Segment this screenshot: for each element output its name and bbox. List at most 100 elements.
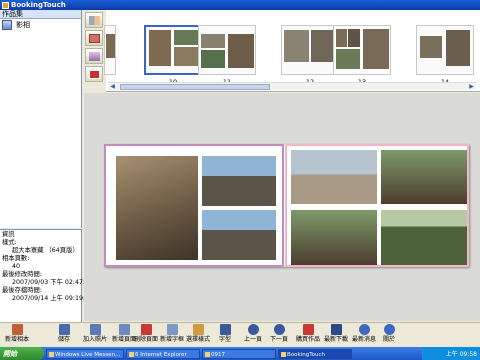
scroll-right-icon[interactable]: ▶ [468, 84, 475, 90]
save-icon [58, 324, 70, 335]
scroll-left-icon[interactable]: ◀ [109, 84, 116, 90]
info-panel: 資訊 樣式: 超大本寮藏 （64頁版） 相本頁數: 40 最後修改時間: 200… [0, 229, 94, 322]
frame-icon [89, 34, 100, 43]
info-value: 超大本寮藏 （64頁版） [12, 247, 79, 254]
news-button[interactable]: 最新消息 [350, 324, 378, 347]
gift-icon [89, 70, 100, 79]
style-button[interactable]: 選擇樣式 [184, 324, 212, 347]
photo-slot[interactable] [291, 210, 377, 265]
clock: 上午 09:58 [445, 351, 477, 358]
new-album-label: 新增相本 [4, 336, 29, 343]
page-thumbnail[interactable] [104, 25, 116, 75]
works-panel: 作品集 影相 [0, 10, 82, 228]
frame-tool-button[interactable] [85, 30, 103, 46]
download-button[interactable]: 最新下載 [322, 324, 350, 347]
thumbnail-scrollbar[interactable]: ◀ ▶ [108, 82, 476, 90]
thumbnail-strip: 10 11 12 13 [104, 10, 480, 92]
font-button[interactable]: 字型 [212, 324, 238, 347]
font-icon [219, 324, 231, 335]
new-album-button[interactable]: 新增相本 [0, 324, 34, 347]
page-thumbnail[interactable] [198, 25, 256, 75]
info-label: 最後存檔時間: [2, 287, 42, 294]
taskbar-item[interactable]: Windows Live Messen... [46, 348, 124, 359]
taskbar-item[interactable]: 6 Internet Explorer [126, 348, 200, 359]
add-textbox-icon [166, 324, 178, 335]
layout-icon [89, 16, 100, 25]
right-page[interactable] [285, 144, 469, 267]
work-item-label: 影相 [16, 21, 30, 29]
left-page[interactable] [104, 144, 284, 267]
download-icon [330, 324, 342, 335]
start-label: 開始 [3, 349, 17, 358]
prev-page-icon [247, 324, 259, 335]
about-label: 關於 [382, 336, 395, 343]
buy-button[interactable]: 購買作品 [294, 324, 322, 347]
save-button[interactable]: 儲存 [48, 324, 80, 347]
news-icon [358, 324, 370, 335]
info-value: 2007/09/03 下午 02:47:48 [12, 279, 94, 286]
add-page-icon [118, 324, 130, 335]
work-item[interactable]: 影相 [0, 19, 81, 31]
taskbar-item-active[interactable]: BookingTouch [278, 348, 352, 359]
delete-page-button[interactable]: 刪除頁面 [132, 324, 160, 347]
album-icon [2, 20, 12, 30]
about-button[interactable]: 關於 [378, 324, 400, 347]
taskbar-item-label: 0917 [211, 351, 225, 358]
info-label: 相本頁數: [2, 255, 30, 262]
side-tools [83, 10, 105, 90]
app-icon [2, 1, 9, 9]
system-tray: 上午 09:58 [422, 347, 480, 360]
main-toolbar: 新增相本 儲存 加入照片 新增頁面 刪除頁面 新增字框 選擇樣式 字型 上一頁 … [0, 322, 480, 347]
page-spread [104, 144, 469, 267]
style-label: 選擇樣式 [185, 336, 210, 343]
taskbar-item-label: BookingTouch [287, 351, 325, 358]
add-photo-button[interactable]: 加入照片 [80, 324, 110, 347]
delete-page-icon [140, 324, 152, 335]
taskbar-item[interactable]: 0917 [202, 348, 276, 359]
photo-slot[interactable] [291, 150, 377, 204]
background-icon [89, 52, 100, 61]
add-textbox-label: 新增字框 [159, 336, 184, 343]
info-label: 最後修改時間: [2, 271, 42, 278]
next-page-label: 下一頁 [269, 336, 288, 343]
spread-canvas [84, 93, 480, 321]
photo-slot[interactable] [381, 150, 467, 204]
delete-page-label: 刪除頁面 [133, 336, 158, 343]
new-album-icon [11, 324, 23, 335]
next-page-icon [273, 324, 285, 335]
prev-page-label: 上一頁 [243, 336, 262, 343]
about-icon [383, 324, 395, 335]
info-value: 40 [12, 263, 21, 270]
works-panel-header: 作品集 [0, 10, 81, 19]
add-textbox-button[interactable]: 新增字框 [158, 324, 186, 347]
scrollbar-thumb[interactable] [120, 84, 270, 90]
taskbar-item-label: Windows Live Messen... [55, 351, 121, 358]
info-header: 資訊 [2, 231, 15, 238]
news-label: 最新消息 [351, 336, 376, 343]
photo-slot[interactable] [202, 156, 276, 206]
start-button[interactable]: 開始 [0, 347, 44, 360]
page-thumbnail[interactable] [333, 25, 391, 75]
background-tool-button[interactable] [85, 48, 103, 64]
buy-label: 購買作品 [295, 336, 320, 343]
next-page-button[interactable]: 下一頁 [266, 324, 292, 347]
prev-page-button[interactable]: 上一頁 [240, 324, 266, 347]
style-icon [192, 324, 204, 335]
page-thumbnail[interactable] [416, 25, 474, 75]
download-label: 最新下載 [323, 336, 348, 343]
taskbar-item-label: 6 Internet Explorer [135, 351, 187, 358]
font-label: 字型 [218, 336, 231, 343]
title-bar: BookingTouch [0, 0, 480, 10]
window-title: BookingTouch [11, 1, 66, 9]
page-thumbnail[interactable] [281, 25, 339, 75]
taskbar: 開始 Windows Live Messen... 6 Internet Exp… [0, 347, 480, 360]
info-value: 2007/09/14 上午 09:19:01 [12, 295, 94, 302]
photo-slot[interactable] [202, 210, 276, 260]
save-label: 儲存 [57, 336, 70, 343]
add-photo-label: 加入照片 [82, 336, 107, 343]
page-thumbnail[interactable] [144, 25, 202, 75]
photo-slot[interactable] [381, 210, 467, 265]
layout-tool-button[interactable] [85, 12, 103, 28]
photo-slot[interactable] [116, 156, 198, 260]
gift-tool-button[interactable] [85, 66, 103, 82]
